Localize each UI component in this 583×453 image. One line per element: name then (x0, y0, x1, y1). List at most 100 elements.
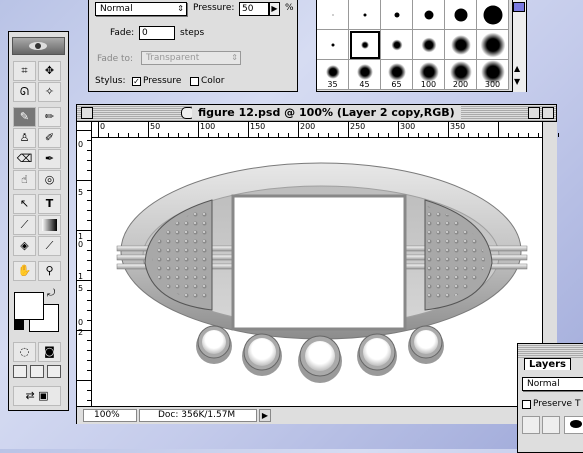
brush-100[interactable]: 100 (413, 60, 445, 90)
jump-to-imageready-icon[interactable]: ⇄ ▣ (13, 386, 61, 406)
brush-3[interactable] (349, 0, 381, 30)
paint-bucket-icon[interactable]: ◈ (13, 236, 36, 256)
stylus-pressure-checkbox[interactable]: ✓ (132, 77, 141, 86)
ruler-tick (158, 133, 159, 137)
image-canvas[interactable] (92, 138, 555, 406)
ruler-h-label: 0 (100, 122, 106, 131)
screen-mode-full-menu-icon[interactable] (30, 365, 44, 378)
pen-icon[interactable]: ✒ (38, 149, 61, 169)
ruler-tick (87, 370, 91, 371)
swap-colors-icon[interactable]: ⤾ (47, 288, 55, 299)
brushes-scrollbar[interactable]: ▲ ▼ (512, 0, 526, 92)
ruler-tick (398, 122, 399, 137)
zoom-field[interactable]: 100% (83, 409, 137, 422)
lasso-icon[interactable]: ᘏ (13, 82, 36, 102)
ruler-tick (478, 133, 479, 137)
rubber-stamp-icon[interactable]: ♙ (13, 128, 36, 148)
brush-19[interactable] (477, 0, 509, 30)
layer-link-icon[interactable] (542, 416, 560, 434)
close-box-icon[interactable] (81, 107, 93, 119)
ruler-tick (87, 140, 91, 141)
brush-1[interactable] (317, 0, 349, 30)
brush-soft-3[interactable] (381, 30, 413, 60)
hand-icon[interactable]: ✋ (13, 261, 36, 281)
brush-soft-6[interactable] (477, 30, 509, 60)
direct-select-icon[interactable]: ↖ (13, 194, 36, 214)
status-menu-arrow-icon[interactable]: ▶ (259, 409, 271, 422)
ruler-v-label: 0 (78, 240, 84, 249)
brush-5[interactable] (381, 0, 413, 30)
horizontal-ruler[interactable]: 0 50 100 150 200 250 300 350 (91, 122, 559, 138)
quick-mask-icon[interactable]: ◙ (38, 342, 61, 362)
default-colors-icon[interactable] (14, 320, 24, 330)
brush-soft-4[interactable] (413, 30, 445, 60)
pressure-slider-arrow-icon[interactable]: ▶ (269, 2, 280, 16)
ruler-tick (178, 133, 179, 137)
layers-title-bar[interactable] (518, 344, 583, 358)
stylus-label: Stylus: (95, 76, 126, 86)
window-title-bar[interactable]: figure 12.psd @ 100% (Layer 2 copy,RGB) (77, 105, 556, 122)
brush-soft-selected[interactable] (349, 30, 381, 60)
measure-icon[interactable]: ⟋ (13, 215, 36, 235)
ruler-tick (498, 122, 499, 137)
screen-mode-full-icon[interactable] (47, 365, 61, 378)
paintbrush-options-palette: Normal ⇕ Pressure: 50 ▶ % Fade: 0 steps … (88, 0, 298, 92)
sponge-icon[interactable]: ◎ (38, 170, 61, 190)
ruler-h-label: 200 (300, 122, 316, 131)
document-title: figure 12.psd @ 100% (Layer 2 copy,RGB) (192, 106, 461, 120)
ruler-tick (528, 133, 529, 137)
scroll-up-icon[interactable]: ▲ (514, 64, 520, 73)
history-brush-icon[interactable]: ✐ (38, 128, 61, 148)
layer-visibility-icon[interactable] (522, 416, 540, 434)
pressure-input[interactable]: 50 (239, 2, 269, 16)
magic-wand-icon[interactable]: ✧ (38, 82, 61, 102)
ruler-tick (87, 350, 91, 351)
ruler-tick (148, 122, 149, 137)
foreground-color-swatch[interactable] (14, 292, 44, 320)
layer-thumbnail[interactable] (564, 416, 583, 434)
preserve-transparency-checkbox[interactable] (522, 400, 531, 409)
paintbrush-icon[interactable]: ✎ (13, 107, 36, 127)
ruler-tick (87, 390, 91, 391)
collapse-box-icon[interactable] (542, 107, 554, 119)
blend-mode-select[interactable]: Normal ⇕ (95, 2, 187, 16)
fade-input[interactable]: 0 (139, 26, 175, 40)
screen-mode-standard-icon[interactable] (13, 365, 27, 378)
standard-mode-icon[interactable]: ◌ (13, 342, 36, 362)
fade-to-select[interactable]: Transparent ⇕ (141, 51, 241, 65)
tab-layers[interactable]: Layers (524, 358, 571, 370)
brush-65[interactable]: 65 (381, 60, 413, 90)
brush-13[interactable] (445, 0, 477, 30)
eraser-icon[interactable]: ⌫ (13, 149, 36, 169)
ruler-tick (77, 180, 91, 181)
ruler-tick (77, 380, 91, 381)
layer-blend-mode-select[interactable]: Normal (522, 377, 583, 391)
eyedropper-icon[interactable]: ⟋ (38, 236, 61, 256)
stylus-color-checkbox[interactable] (190, 77, 199, 86)
ruler-tick (368, 133, 369, 137)
brush-200[interactable]: 200 (445, 60, 477, 90)
scroll-down-icon[interactable]: ▼ (514, 77, 520, 86)
ruler-tick (228, 133, 229, 137)
preserve-transparency-label: Preserve T (533, 399, 581, 409)
move-icon[interactable]: ✥ (38, 61, 61, 81)
ruler-tick (87, 250, 91, 251)
gradient-icon[interactable] (38, 215, 61, 235)
ruler-tick (198, 122, 199, 137)
vertical-ruler[interactable]: 05101502 (77, 122, 92, 411)
zoom-icon[interactable]: ⚲ (38, 261, 61, 281)
brush-9[interactable] (413, 0, 445, 30)
brush-35[interactable]: 35 (317, 60, 349, 90)
type-icon[interactable]: T (38, 194, 61, 214)
blend-mode-value: Normal (100, 4, 133, 14)
crop-icon[interactable]: ⌗ (13, 61, 36, 81)
scroll-thumb[interactable] (513, 2, 525, 12)
pencil-icon[interactable]: ✏ (38, 107, 61, 127)
brush-soft-5[interactable] (445, 30, 477, 60)
brush-soft-1[interactable] (317, 30, 349, 60)
smudge-icon[interactable]: ☝ (13, 170, 36, 190)
brush-45[interactable]: 45 (349, 60, 381, 90)
brush-300[interactable]: 300 (477, 59, 509, 90)
eye-logo (12, 37, 65, 55)
zoom-box-icon[interactable] (528, 107, 540, 119)
